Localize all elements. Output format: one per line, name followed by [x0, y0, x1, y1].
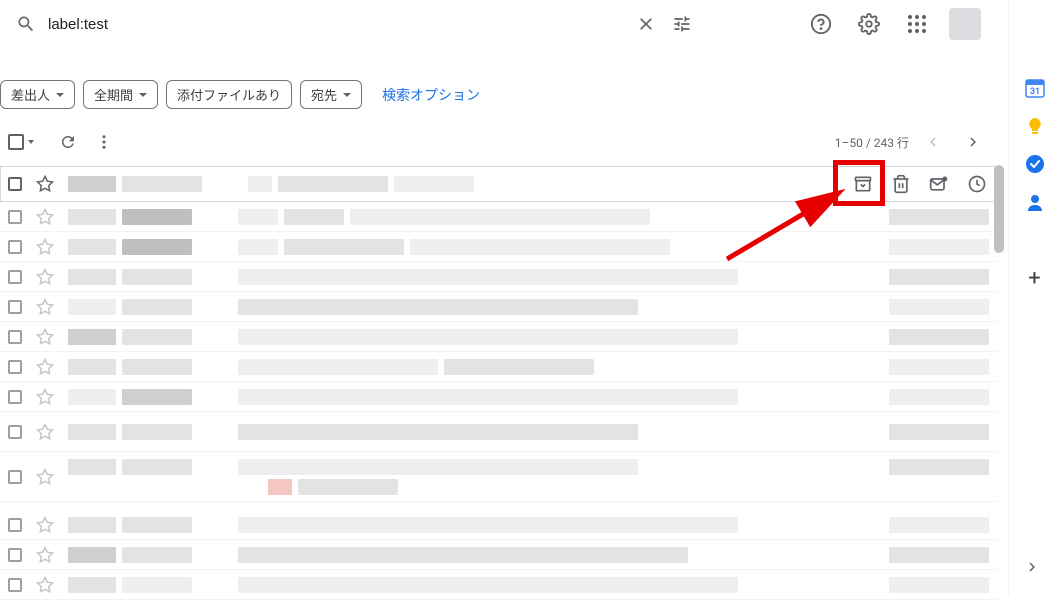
prev-page-button[interactable]: [917, 126, 949, 158]
mail-row[interactable]: [0, 412, 997, 452]
star-icon[interactable]: [36, 546, 54, 564]
side-panel: 31 +: [1008, 0, 1060, 596]
mail-row[interactable]: [0, 540, 997, 570]
search-bar[interactable]: [8, 4, 708, 44]
contacts-app-icon[interactable]: [1025, 192, 1045, 212]
star-icon[interactable]: [36, 516, 54, 534]
spacer: [0, 502, 997, 510]
caret-down-icon: [139, 93, 147, 97]
tasks-app-icon[interactable]: [1025, 154, 1045, 174]
filter-sender[interactable]: 差出人: [0, 80, 75, 109]
mail-row[interactable]: [0, 232, 997, 262]
pagination-text: 1–50 / 243 行: [835, 134, 909, 151]
mail-checkbox[interactable]: [8, 240, 22, 254]
star-icon[interactable]: [36, 268, 54, 286]
mail-row[interactable]: [0, 510, 997, 540]
mail-row[interactable]: [0, 202, 997, 232]
help-button[interactable]: [801, 4, 841, 44]
mail-checkbox[interactable]: [8, 300, 22, 314]
calendar-app-icon[interactable]: 31: [1025, 78, 1045, 98]
delete-button[interactable]: [891, 174, 911, 194]
mail-list: [0, 166, 997, 600]
star-icon[interactable]: [36, 358, 54, 376]
mail-checkbox[interactable]: [8, 270, 22, 284]
tune-icon[interactable]: [672, 14, 692, 34]
star-icon[interactable]: [36, 388, 54, 406]
settings-button[interactable]: [849, 4, 889, 44]
avatar[interactable]: [949, 8, 981, 40]
mail-checkbox[interactable]: [8, 390, 22, 404]
scrollbar-thumb[interactable]: [994, 165, 1004, 253]
caret-down-icon: [56, 93, 64, 97]
filter-recipient-label: 宛先: [311, 85, 337, 104]
expand-panel-button[interactable]: [1023, 558, 1047, 582]
more-button[interactable]: [86, 124, 122, 160]
mail-checkbox[interactable]: [8, 360, 22, 374]
mail-checkbox[interactable]: [8, 578, 22, 592]
mail-checkbox[interactable]: [8, 518, 22, 532]
filter-attachment[interactable]: 添付ファイルあり: [166, 80, 292, 109]
mail-checkbox[interactable]: [8, 548, 22, 562]
star-icon[interactable]: [36, 208, 54, 226]
search-icon: [16, 14, 36, 34]
select-dropdown[interactable]: [28, 140, 34, 144]
filter-attachment-label: 添付ファイルあり: [177, 85, 281, 104]
mail-row[interactable]: [0, 382, 997, 412]
filter-sender-label: 差出人: [11, 85, 50, 104]
mail-checkbox[interactable]: [8, 470, 22, 484]
filter-period[interactable]: 全期間: [83, 80, 158, 109]
star-icon[interactable]: [36, 423, 54, 441]
star-icon[interactable]: [36, 175, 54, 193]
mail-row[interactable]: [0, 352, 997, 382]
mail-row[interactable]: [0, 166, 997, 202]
mail-row[interactable]: [0, 262, 997, 292]
mail-row[interactable]: [0, 322, 997, 352]
archive-button[interactable]: [853, 174, 873, 194]
star-icon[interactable]: [36, 298, 54, 316]
star-icon[interactable]: [36, 468, 54, 486]
mail-row[interactable]: [0, 292, 997, 322]
mail-checkbox[interactable]: [8, 425, 22, 439]
mark-unread-button[interactable]: [929, 174, 949, 194]
filter-period-label: 全期間: [94, 85, 133, 104]
star-icon[interactable]: [36, 328, 54, 346]
star-icon[interactable]: [36, 238, 54, 256]
caret-down-icon: [343, 93, 351, 97]
select-all-checkbox[interactable]: [8, 134, 24, 150]
filter-recipient[interactable]: 宛先: [300, 80, 362, 109]
keep-app-icon[interactable]: [1025, 116, 1045, 136]
scrollbar[interactable]: [994, 165, 1006, 585]
refresh-button[interactable]: [50, 124, 86, 160]
clear-icon[interactable]: [636, 14, 656, 34]
search-input[interactable]: [48, 16, 628, 33]
snooze-button[interactable]: [967, 174, 987, 194]
add-app-button[interactable]: +: [1025, 268, 1045, 288]
mail-row[interactable]: [0, 452, 997, 502]
apps-button[interactable]: [897, 4, 937, 44]
svg-text:31: 31: [1029, 87, 1039, 97]
mail-checkbox[interactable]: [8, 330, 22, 344]
star-icon[interactable]: [36, 576, 54, 594]
search-options-link[interactable]: 検索オプション: [370, 85, 492, 105]
mail-checkbox[interactable]: [8, 177, 22, 191]
next-page-button[interactable]: [957, 126, 989, 158]
mail-checkbox[interactable]: [8, 210, 22, 224]
